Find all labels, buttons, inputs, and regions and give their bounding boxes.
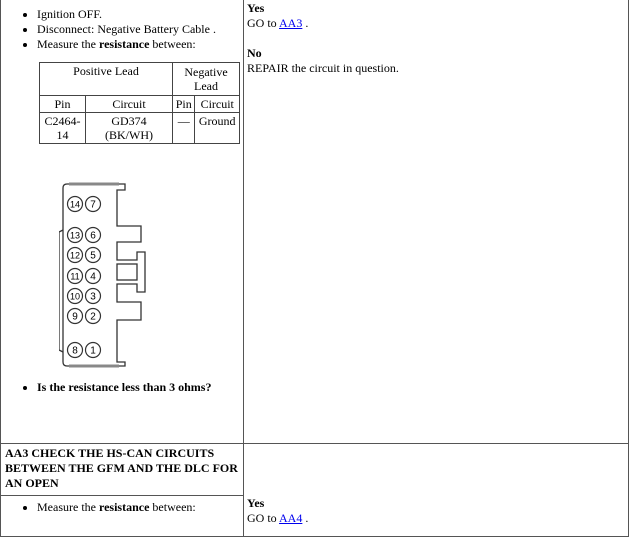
measure-bold: resistance xyxy=(98,37,150,51)
measure-suffix: between: xyxy=(149,500,196,514)
no-action: REPAIR the circuit in question. xyxy=(247,61,399,75)
instruction-item: Ignition OFF. xyxy=(37,7,243,22)
pin-grid: 14 13 12 11 10 9 8 7 6 5 4 3 2 1 xyxy=(66,195,102,359)
yes-label: Yes xyxy=(247,1,265,15)
diagnostic-steps-table: Ignition OFF. Disconnect: Negative Batte… xyxy=(0,0,629,537)
yes-action: GO to AA3 . xyxy=(247,16,628,31)
pin-label: 5 xyxy=(90,251,96,262)
step-aa3-actions: Measure the resistance between: xyxy=(0,495,244,537)
positive-circuit-cell: GD374 (BK/WH) xyxy=(85,112,173,144)
go-to-aa4-link[interactable]: AA4 xyxy=(279,511,302,525)
instruction-list: Measure the resistance between: xyxy=(1,500,243,515)
yes-text: GO to xyxy=(247,16,280,30)
step-aa3-results: Yes GO to AA4 . xyxy=(243,443,629,537)
step-aa2-results: Yes GO to AA3 . No REPAIR the circuit in… xyxy=(243,0,629,444)
no-label: No xyxy=(247,46,262,60)
positive-lead-header: Positive Lead xyxy=(39,62,173,96)
measure-bold: resistance xyxy=(98,500,150,514)
question-item: Is the resistance less than 3 ohms? xyxy=(37,380,243,395)
instruction-item: Measure the resistance between: xyxy=(37,500,243,515)
pin-label: 13 xyxy=(70,231,80,241)
pin-label: 1 xyxy=(90,346,96,357)
measure-prefix: Measure the xyxy=(37,37,99,51)
connector-diagram: 14 13 12 11 10 9 8 7 6 5 4 3 2 1 xyxy=(58,180,243,374)
pin-label: 9 xyxy=(72,312,78,323)
pin-label: 12 xyxy=(70,251,80,261)
pin-label: 14 xyxy=(70,200,80,210)
negative-lead-header: Negative Lead xyxy=(172,62,240,96)
instruction-item: Measure the resistance between: xyxy=(37,37,243,52)
go-to-aa3-link[interactable]: AA3 xyxy=(279,16,302,30)
negative-circuit-cell: Ground xyxy=(194,112,240,144)
yes-after: . xyxy=(302,16,309,30)
pin-label: 11 xyxy=(70,272,79,282)
step-aa2-row: Ignition OFF. Disconnect: Negative Batte… xyxy=(0,0,629,444)
step-aa3-heading: AA3 CHECK THE HS-CAN CIRCUITS BETWEEN TH… xyxy=(5,446,238,490)
pin-label: 8 xyxy=(72,346,78,357)
measurement-table: Positive Lead Negative Lead Pin Circuit … xyxy=(38,62,240,144)
pin-label: 6 xyxy=(90,231,96,242)
step-aa2-actions: Ignition OFF. Disconnect: Negative Batte… xyxy=(0,0,244,444)
pin-header: Pin xyxy=(171,95,196,113)
circuit-header: Circuit xyxy=(85,95,173,113)
table-row: C2464-14 GD374 (BK/WH) — Ground xyxy=(38,112,240,144)
step-aa3-row: AA3 CHECK THE HS-CAN CIRCUITS BETWEEN TH… xyxy=(0,443,629,537)
yes-after: . xyxy=(302,511,309,525)
yes-label: Yes xyxy=(247,496,265,510)
measure-prefix: Measure the xyxy=(37,500,99,514)
negative-pin-cell: — xyxy=(171,112,196,144)
yes-action: GO to AA4 . xyxy=(247,511,628,526)
yes-text: GO to xyxy=(247,511,280,525)
pin-label: 10 xyxy=(70,292,80,302)
question-list: Is the resistance less than 3 ohms? xyxy=(1,380,243,395)
pin-header: Pin xyxy=(38,95,87,113)
instruction-item: Disconnect: Negative Battery Cable . xyxy=(37,22,243,37)
pin-label: 3 xyxy=(90,292,96,303)
instruction-list: Ignition OFF. Disconnect: Negative Batte… xyxy=(1,7,243,52)
measure-suffix: between: xyxy=(149,37,196,51)
pin-label: 2 xyxy=(90,312,96,323)
pin-label: 7 xyxy=(90,200,96,211)
connector-c2464-icon: 14 13 12 11 10 9 8 7 6 5 4 3 2 1 xyxy=(58,182,146,368)
circuit-header: Circuit xyxy=(194,95,240,113)
step-aa3-heading-cell: AA3 CHECK THE HS-CAN CIRCUITS BETWEEN TH… xyxy=(0,443,244,496)
positive-pin-cell: C2464-14 xyxy=(38,112,87,144)
pin-label: 4 xyxy=(90,272,96,283)
